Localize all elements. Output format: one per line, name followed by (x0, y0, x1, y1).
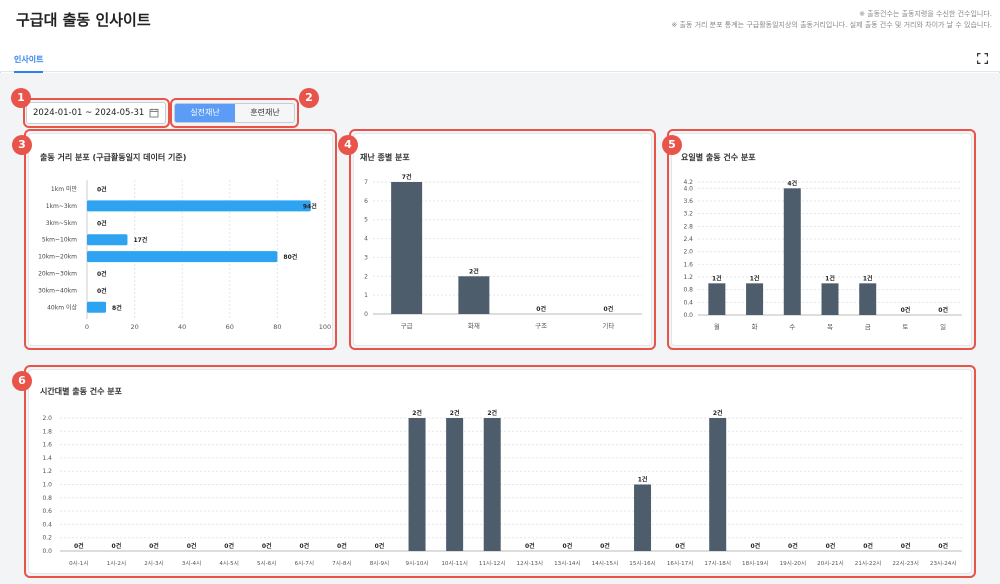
callout-badge-4: 4 (338, 135, 358, 155)
callout-badge-5: 5 (662, 135, 682, 155)
callout-box-4 (349, 129, 656, 350)
callout-box-2 (170, 98, 299, 128)
callout-box-5 (667, 129, 976, 350)
callout-box-6 (24, 365, 976, 578)
callout-badge-2: 2 (299, 88, 319, 108)
callout-badge-3: 3 (12, 135, 32, 155)
callout-badge-1: 1 (11, 88, 31, 108)
callout-box-3 (24, 129, 337, 350)
callout-badge-6: 6 (12, 371, 32, 391)
callout-box-1 (23, 98, 170, 128)
